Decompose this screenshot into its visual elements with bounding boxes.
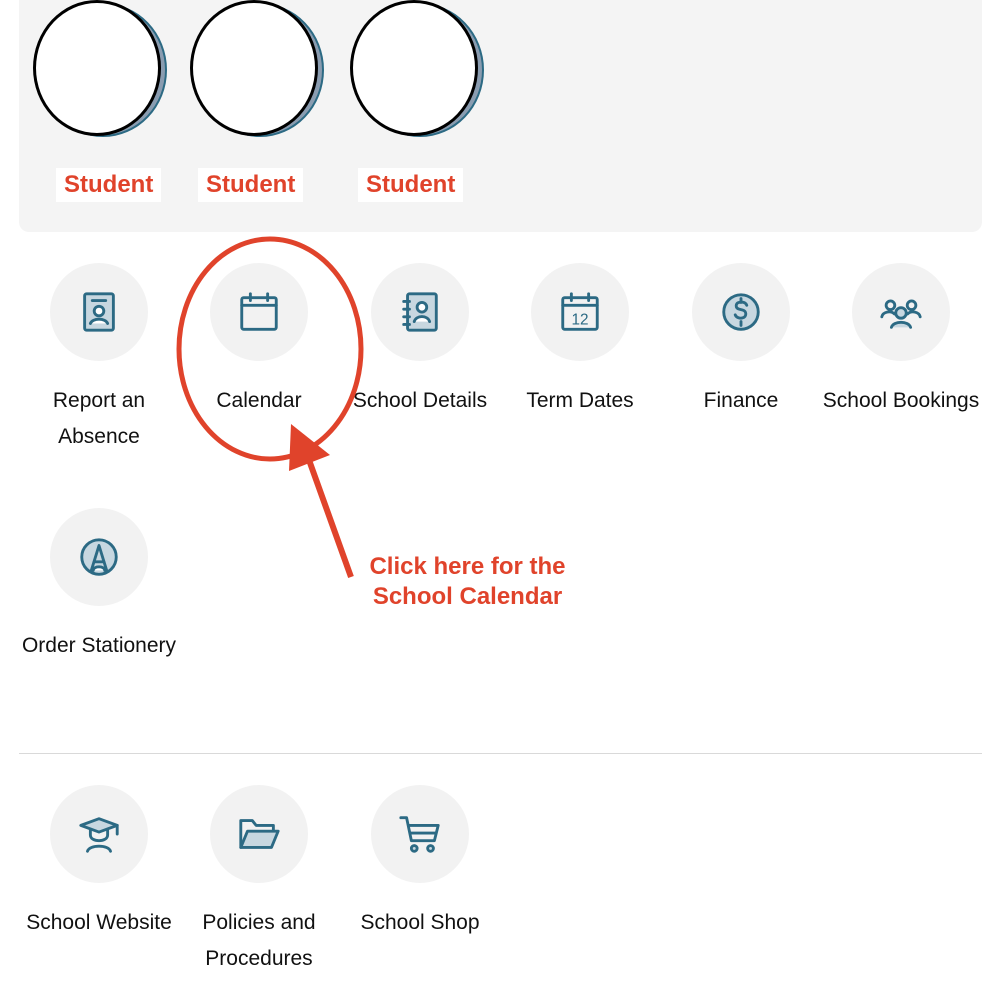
students-panel: Student Student Student xyxy=(19,0,982,232)
tile-label: School Bookings xyxy=(822,389,980,412)
tile-label: Term Dates xyxy=(526,389,634,412)
tile-label: Order Stationery xyxy=(21,634,177,657)
tile-label: Finance xyxy=(703,389,779,412)
graduate-icon xyxy=(79,817,119,853)
avatar[interactable] xyxy=(33,0,169,137)
term-dates-calendar-icon: 12 xyxy=(561,292,599,331)
dollar-icon xyxy=(722,293,760,331)
group-icon xyxy=(880,299,922,329)
stationery-icon xyxy=(80,538,118,576)
folder-icon xyxy=(239,819,280,849)
student-card[interactable]: Student xyxy=(336,0,496,220)
tile-label: School Details xyxy=(352,389,488,412)
annotation-line-2: School Calendar xyxy=(372,583,563,610)
contact-book-icon xyxy=(402,292,438,332)
avatar[interactable] xyxy=(350,0,486,137)
tile-label: School Website xyxy=(26,911,172,934)
calendar-icon xyxy=(240,292,278,331)
tile-label: Policies and Procedures xyxy=(202,911,316,970)
student-name: Student xyxy=(358,168,464,202)
student-name: Student xyxy=(198,168,304,202)
student-card[interactable]: Student xyxy=(176,0,336,220)
student-name: Student xyxy=(56,168,162,202)
annotation-line-1: Click here for the xyxy=(369,553,566,580)
svg-text:12: 12 xyxy=(571,311,588,328)
tile-label: School Shop xyxy=(360,911,480,934)
student-card[interactable]: Student xyxy=(19,0,179,220)
tile-label: Report an Absence xyxy=(52,389,146,448)
report-absence-icon xyxy=(83,292,115,332)
cart-icon xyxy=(399,816,440,853)
annotation-text: Click here for the School Calendar xyxy=(330,552,605,612)
annotation-arrowhead xyxy=(289,424,330,471)
divider xyxy=(19,753,982,754)
tile-label: Calendar xyxy=(216,389,302,412)
avatar[interactable] xyxy=(190,0,326,137)
